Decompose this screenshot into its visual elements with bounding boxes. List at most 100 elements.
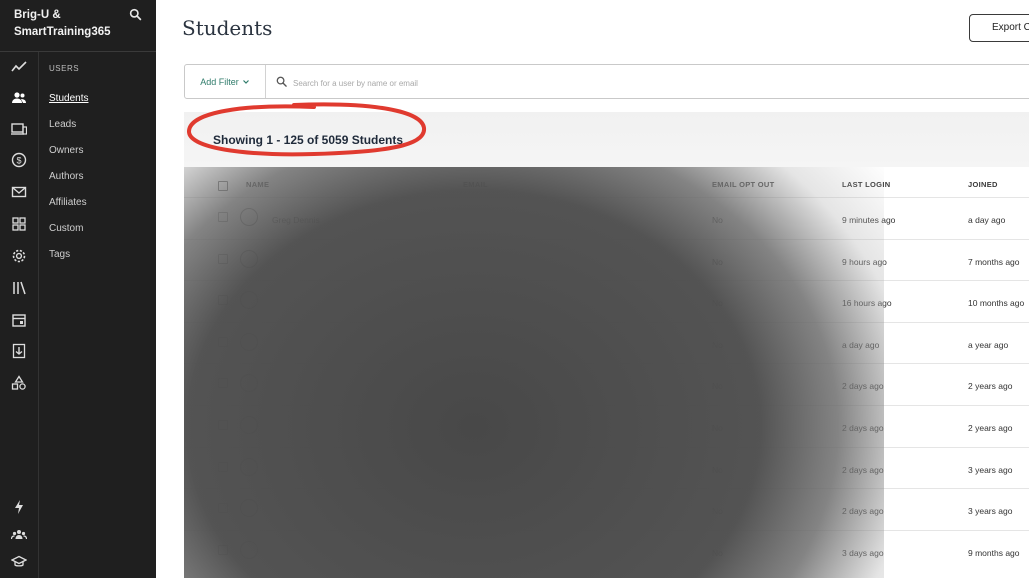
joined-value: 3 years ago xyxy=(968,506,1013,517)
row-checkbox[interactable] xyxy=(218,336,228,347)
row-checkbox[interactable] xyxy=(218,420,228,430)
joined-value: 2 years ago xyxy=(968,381,1013,392)
results-count-banner: Showing 1 - 125 of 5059 Students xyxy=(184,102,1029,167)
row-checkbox[interactable] xyxy=(218,212,228,222)
last-login-value: 9 minutes ago xyxy=(842,215,896,225)
joined-value: a day ago xyxy=(968,215,1006,225)
avatar xyxy=(240,374,258,393)
search-icon xyxy=(276,76,287,87)
email-opt-out-value: No xyxy=(712,256,723,267)
svg-text:$: $ xyxy=(16,156,21,166)
avatar xyxy=(240,499,258,518)
email-opt-out-value: No xyxy=(712,215,723,225)
add-filter-button[interactable]: Add Filter xyxy=(185,65,266,98)
download-icon[interactable] xyxy=(10,342,28,360)
joined-value: 7 months ago xyxy=(968,256,1020,267)
avatar xyxy=(240,540,258,559)
devices-icon[interactable] xyxy=(10,120,28,138)
row-checkbox[interactable] xyxy=(218,503,228,514)
sidebar-item-affiliates[interactable]: Affiliates xyxy=(49,197,87,208)
grid-icon[interactable] xyxy=(10,215,28,233)
last-login-value: 2 days ago xyxy=(842,423,884,433)
sidebar-item-tags[interactable]: Tags xyxy=(49,249,70,260)
bolt-icon[interactable] xyxy=(10,498,28,516)
joined-value: 10 months ago xyxy=(968,298,1025,309)
table-row[interactable]: Greg Dennis No 9 minutes ago a day ago xyxy=(184,197,1029,240)
chevron-down-icon xyxy=(242,79,249,84)
filter-bar: Add Filter xyxy=(184,64,1029,99)
column-header-name[interactable]: NAME xyxy=(246,180,269,189)
avatar xyxy=(240,332,258,351)
sidebar-item-leads[interactable]: Leads xyxy=(49,119,76,130)
table-row[interactable]: No 2 days ago 2 years ago xyxy=(184,405,1029,448)
student-name[interactable]: Greg Dennis xyxy=(272,215,320,225)
sidebar-item-authors[interactable]: Authors xyxy=(49,171,83,182)
export-csv-button[interactable]: Export CSV xyxy=(969,14,1029,42)
last-login-value: 16 hours ago xyxy=(842,298,892,309)
table-row[interactable]: No 9 hours ago 7 months ago xyxy=(184,238,1029,282)
avatar xyxy=(240,416,258,434)
row-checkbox[interactable] xyxy=(218,544,228,555)
column-header-email-opt-out[interactable]: EMAIL OPT OUT xyxy=(712,180,775,189)
gear-icon[interactable] xyxy=(10,247,28,265)
last-login-value: 2 days ago xyxy=(842,464,884,475)
last-login-value: 2 days ago xyxy=(842,506,884,517)
joined-value: 3 years ago xyxy=(968,464,1013,475)
table-row[interactable]: No 3 days ago 9 months ago xyxy=(184,529,1029,573)
row-checkbox[interactable] xyxy=(218,378,228,389)
team-icon[interactable] xyxy=(10,526,28,544)
avatar xyxy=(240,208,258,226)
avatar xyxy=(240,291,258,310)
avatar xyxy=(240,457,258,476)
email-opt-out-value: No xyxy=(712,298,723,309)
highlight-annotation xyxy=(187,102,426,157)
shapes-icon[interactable] xyxy=(10,374,28,392)
add-filter-label: Add Filter xyxy=(200,76,239,87)
email-opt-out-value: No xyxy=(712,506,723,517)
table-header: NAME EMAIL EMAIL OPT OUT LAST LOGIN JOIN… xyxy=(184,167,1029,201)
mail-icon[interactable] xyxy=(10,183,28,201)
table-row[interactable]: No 2 days ago 2 years ago xyxy=(184,363,1029,406)
graduation-cap-icon[interactable] xyxy=(10,553,28,571)
table-row[interactable]: No 2 days ago 3 years ago xyxy=(184,488,1029,531)
row-checkbox[interactable] xyxy=(218,461,228,472)
sidebar: Brig-U & SmartTraining365 $ USERS Studen… xyxy=(0,0,156,578)
column-header-last-login[interactable]: LAST LOGIN xyxy=(842,180,890,189)
trend-icon[interactable] xyxy=(10,58,28,76)
joined-value: 9 months ago xyxy=(968,547,1020,558)
calendar-icon[interactable] xyxy=(10,311,28,329)
table-row[interactable]: No a day ago a year ago xyxy=(184,321,1029,365)
joined-value: 2 years ago xyxy=(968,423,1013,433)
sidebar-item-custom[interactable]: Custom xyxy=(49,223,83,234)
email-opt-out-value: No xyxy=(712,547,723,558)
joined-value: a year ago xyxy=(968,339,1009,350)
email-opt-out-value: No xyxy=(712,381,723,392)
select-all-checkbox[interactable] xyxy=(218,181,228,191)
sidebar-item-owners[interactable]: Owners xyxy=(49,145,83,156)
icon-rail: $ xyxy=(0,52,39,578)
main-content: Students Export CSV Add Filter Showing 1… xyxy=(156,0,1029,578)
submenu-header: USERS xyxy=(49,64,80,73)
search-icon[interactable] xyxy=(129,8,145,24)
table-row[interactable]: No 16 hours ago 10 months ago xyxy=(184,280,1029,323)
last-login-value: 2 days ago xyxy=(842,381,884,392)
column-header-joined[interactable]: JOINED xyxy=(968,180,998,189)
email-opt-out-value: No xyxy=(712,339,723,350)
library-icon[interactable] xyxy=(10,279,28,297)
school-name[interactable]: Brig-U & SmartTraining365 xyxy=(14,7,124,41)
row-checkbox[interactable] xyxy=(218,295,228,306)
column-header-email[interactable]: EMAIL xyxy=(463,180,488,189)
last-login-value: 9 hours ago xyxy=(842,256,887,267)
students-table: NAME EMAIL EMAIL OPT OUT LAST LOGIN JOIN… xyxy=(184,167,1029,578)
table-row[interactable]: No 2 days ago 3 years ago xyxy=(184,446,1029,490)
dollar-icon[interactable]: $ xyxy=(10,151,28,169)
last-login-value: a day ago xyxy=(842,339,880,350)
users-icon[interactable] xyxy=(10,89,28,107)
sidebar-item-students[interactable]: Students xyxy=(49,93,88,104)
email-opt-out-value: No xyxy=(712,423,723,433)
results-count: Showing 1 - 125 of 5059 Students xyxy=(213,133,404,147)
email-opt-out-value: No xyxy=(712,464,723,475)
last-login-value: 3 days ago xyxy=(842,547,884,558)
search-input[interactable] xyxy=(291,74,595,92)
row-checkbox[interactable] xyxy=(218,253,228,264)
